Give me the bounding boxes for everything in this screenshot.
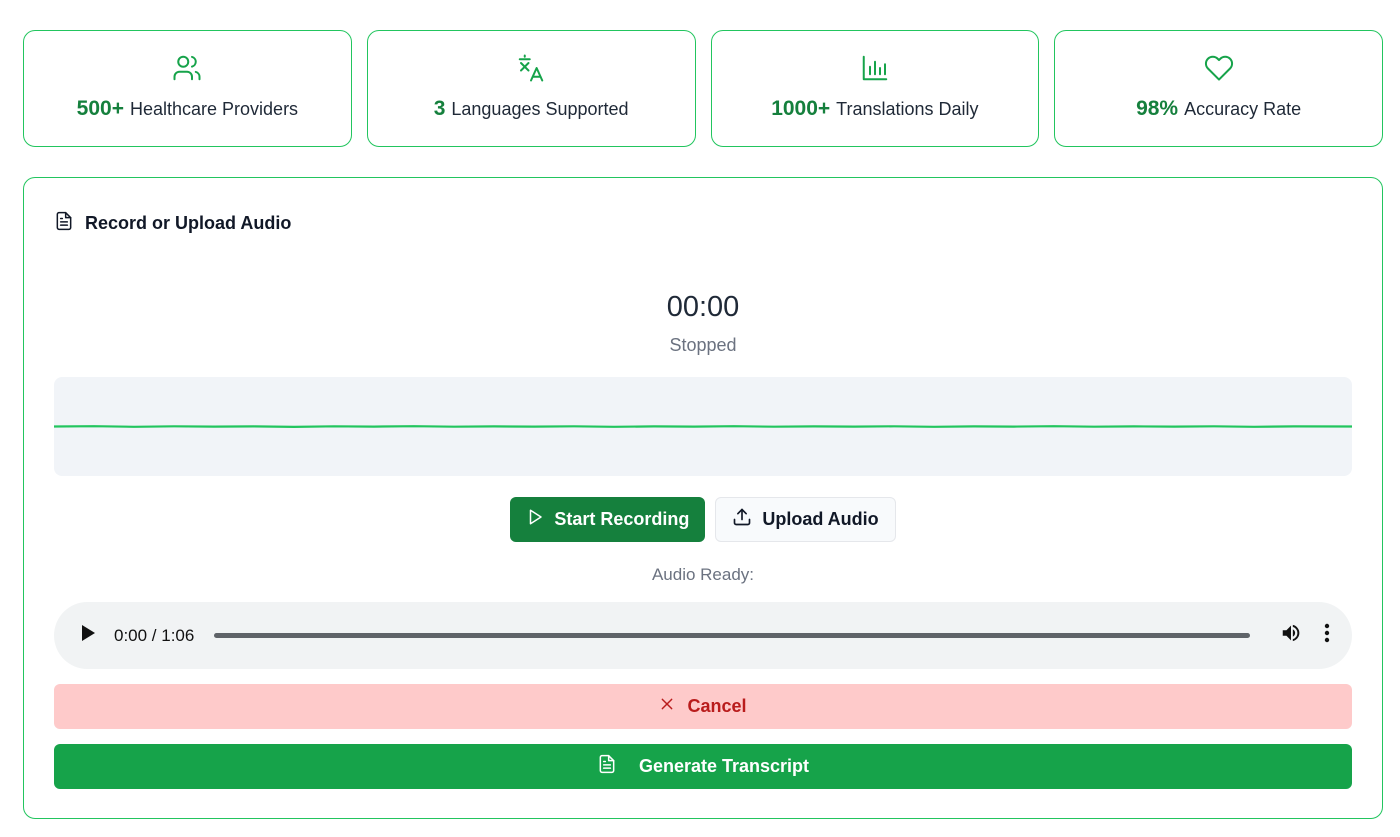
stat-card-languages: 3 Languages Supported xyxy=(366,30,696,147)
heart-icon xyxy=(1204,53,1234,83)
bar-chart-icon xyxy=(860,53,890,83)
recorder-panel: Record or Upload Audio 00:00 Stopped Sta… xyxy=(23,177,1383,819)
volume-button[interactable] xyxy=(1280,622,1302,649)
start-recording-label: Start Recording xyxy=(554,509,690,529)
cancel-button[interactable]: Cancel xyxy=(54,684,1352,729)
player-time: 0:00 / 1:06 xyxy=(114,625,195,645)
recording-timer: 00:00 xyxy=(666,291,740,323)
cancel-label: Cancel xyxy=(687,696,747,716)
users-icon xyxy=(172,53,202,83)
panel-header: Record or Upload Audio xyxy=(54,211,291,236)
generate-transcript-label: Generate Transcript xyxy=(638,756,810,776)
stat-label: Translations Daily xyxy=(836,99,979,119)
stat-label: Accuracy Rate xyxy=(1184,99,1302,119)
panel-title: Record or Upload Audio xyxy=(85,213,292,233)
stat-card-providers: 500+ Healthcare Providers xyxy=(23,30,352,147)
play-outline-icon xyxy=(526,508,544,531)
translate-icon xyxy=(516,53,546,83)
waveform-display xyxy=(54,377,1352,476)
recording-status: Stopped xyxy=(669,335,737,355)
stat-card-accuracy: 98% Accuracy Rate xyxy=(1054,30,1383,147)
stat-value: 500+ xyxy=(76,97,124,120)
more-vertical-icon xyxy=(1324,623,1330,648)
more-options-button[interactable] xyxy=(1324,623,1330,648)
stat-value: 1000+ xyxy=(771,97,831,120)
document-icon xyxy=(597,754,617,779)
volume-icon xyxy=(1280,622,1302,649)
stat-label: Healthcare Providers xyxy=(129,99,299,119)
upload-audio-button[interactable]: Upload Audio xyxy=(715,497,896,542)
upload-audio-label: Upload Audio xyxy=(762,509,879,529)
generate-transcript-button[interactable]: Generate Transcript xyxy=(54,744,1352,789)
audio-ready-label: Audio Ready: xyxy=(651,565,755,584)
start-recording-button[interactable]: Start Recording xyxy=(510,497,706,542)
close-icon xyxy=(659,696,675,717)
stats-row: 500+ Healthcare Providers 3 Languages Su… xyxy=(23,30,1383,147)
recording-controls: Start Recording Upload Audio xyxy=(24,497,1382,542)
play-button[interactable] xyxy=(80,624,96,647)
stat-label: Languages Supported xyxy=(451,99,629,119)
audio-player: 0:00 / 1:06 xyxy=(54,602,1352,669)
play-icon xyxy=(80,624,96,647)
waveform-line xyxy=(54,425,1352,429)
document-icon xyxy=(54,211,74,236)
stat-value: 3 xyxy=(433,97,446,120)
stat-value: 98% xyxy=(1136,97,1179,120)
upload-icon xyxy=(732,507,752,532)
stat-card-translations: 1000+ Translations Daily xyxy=(710,30,1040,147)
player-progress-track[interactable] xyxy=(214,633,1250,638)
